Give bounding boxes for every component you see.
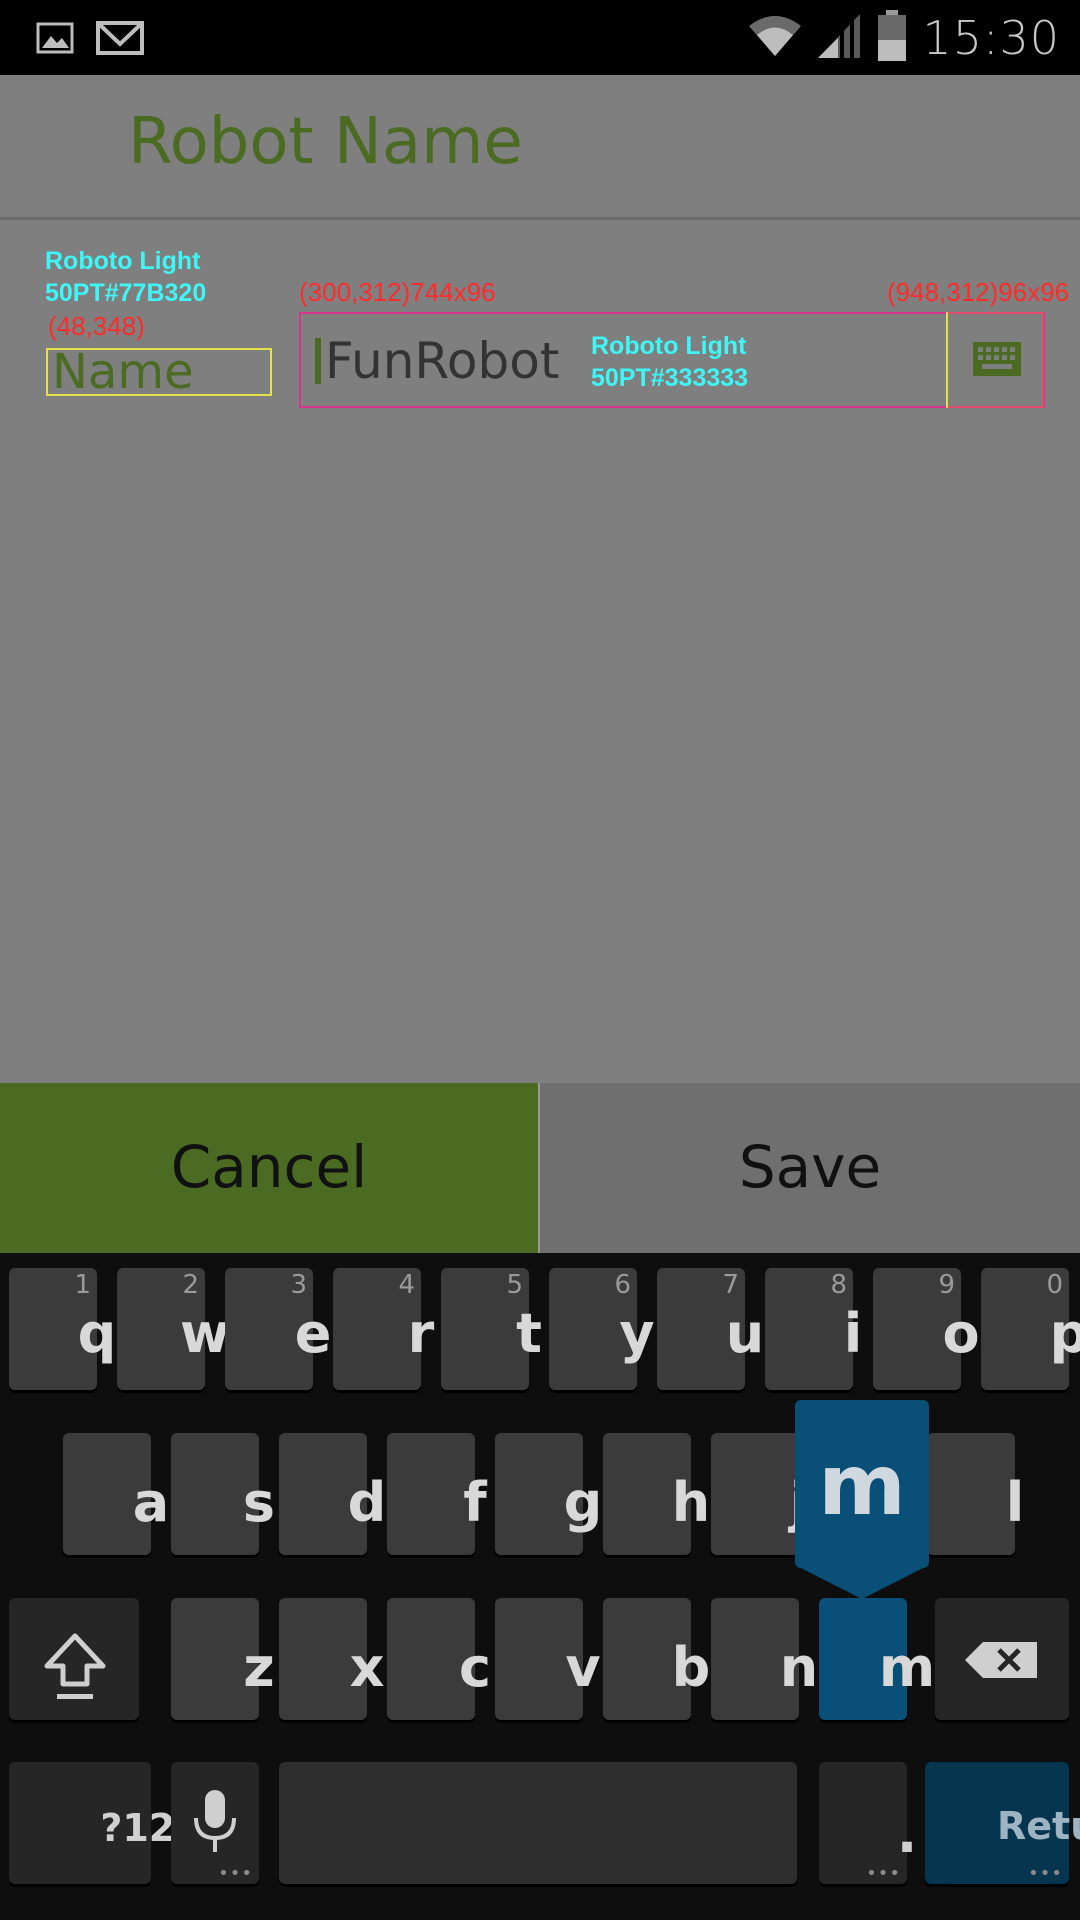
key-hint: 9: [938, 1270, 955, 1300]
input-spec-size: 50PT#333333: [591, 364, 749, 392]
save-button[interactable]: Save: [540, 1083, 1080, 1253]
period-key[interactable]: . •••: [819, 1762, 917, 1884]
return-key[interactable]: Return •••: [925, 1762, 1080, 1884]
keyboard-toggle-button[interactable]: [946, 312, 1044, 408]
label-spec-size: 50PT#77B320: [45, 279, 207, 307]
keyboard-icon: [972, 340, 1022, 384]
gmail-icon: [96, 20, 144, 60]
save-label: Save: [738, 1133, 882, 1201]
key-preview-pointer: [795, 1565, 929, 1599]
key-l[interactable]: l: [927, 1433, 1024, 1555]
app-content: Robot Name Roboto Light 50PT#77B320 (48,…: [0, 75, 1080, 1085]
keyboard-button-divider: [946, 312, 948, 408]
key-h[interactable]: h: [603, 1433, 710, 1555]
key-m[interactable]: m: [819, 1598, 935, 1720]
microphone-icon: [193, 1790, 237, 1860]
shift-icon: [43, 1632, 107, 1706]
clock: 15:30: [922, 10, 1060, 65]
voice-input-key[interactable]: •••: [171, 1762, 259, 1884]
key-preview-popup: m: [795, 1400, 929, 1568]
key-f[interactable]: f: [387, 1433, 487, 1555]
key-hint: 5: [506, 1270, 523, 1300]
return-label: Return: [997, 1804, 1080, 1848]
signal-icon: [816, 12, 862, 64]
key-label: p: [1049, 1302, 1080, 1365]
key-s[interactable]: s: [171, 1433, 275, 1555]
robot-name-input[interactable]: FunRobot Roboto Light 50PT#333333: [299, 312, 1045, 408]
key-g[interactable]: g: [495, 1433, 602, 1555]
key-z[interactable]: z: [171, 1598, 275, 1720]
input-spec-font: Roboto Light: [591, 332, 747, 360]
space-key[interactable]: [279, 1762, 797, 1884]
key-x[interactable]: x: [279, 1598, 384, 1720]
more-options-dots: •••: [218, 1863, 253, 1884]
key-i[interactable]: 8i: [765, 1268, 862, 1390]
page-title: Robot Name: [128, 105, 523, 179]
key-hint: 2: [182, 1270, 199, 1300]
key-a[interactable]: a: [63, 1433, 169, 1555]
cancel-label: Cancel: [170, 1133, 368, 1201]
key-q[interactable]: 1q: [9, 1268, 116, 1390]
key-v[interactable]: v: [495, 1598, 601, 1720]
key-hint: 0: [1046, 1270, 1063, 1300]
status-bar: 15:30: [0, 0, 1080, 75]
battery-icon: [876, 9, 908, 66]
action-buttons: Cancel Save: [0, 1083, 1080, 1253]
title-bar: Robot Name: [0, 75, 1080, 220]
key-o[interactable]: 9o: [873, 1268, 980, 1390]
key-c[interactable]: c: [387, 1598, 491, 1720]
key-preview-label: m: [818, 1436, 906, 1534]
key-j[interactable]: j: [711, 1433, 808, 1555]
key-u[interactable]: 7u: [657, 1268, 764, 1390]
key-r[interactable]: 4r: [333, 1268, 434, 1390]
key-y[interactable]: 6y: [549, 1268, 655, 1390]
label-coord-annotation: (48,348): [48, 311, 145, 341]
label-spec-font: Roboto Light: [45, 247, 201, 275]
button-coord-annotation: (948,312)96x96: [887, 277, 1070, 307]
input-spec-annotation: Roboto Light 50PT#333333: [591, 330, 748, 394]
key-n[interactable]: n: [711, 1598, 818, 1720]
name-label: Name: [52, 344, 194, 400]
name-label-box: Name: [46, 344, 272, 400]
key-b[interactable]: b: [603, 1598, 710, 1720]
key-hint: 7: [722, 1270, 739, 1300]
label-spec-annotation: Roboto Light 50PT#77B320: [45, 245, 206, 309]
text-cursor: [315, 338, 321, 384]
key-hint: 6: [614, 1270, 631, 1300]
notification-icons: [36, 20, 144, 60]
backspace-key[interactable]: [935, 1598, 1069, 1720]
backspace-icon: [965, 1640, 1039, 1684]
more-options-dots: •••: [866, 1863, 901, 1884]
cancel-button[interactable]: Cancel: [0, 1083, 538, 1253]
key-hint: 1: [74, 1270, 91, 1300]
key-w[interactable]: 2w: [117, 1268, 230, 1390]
more-options-dots: •••: [1028, 1863, 1063, 1884]
key-d[interactable]: d: [279, 1433, 386, 1555]
robot-name-value: FunRobot: [325, 332, 560, 390]
key-label: l: [1005, 1471, 1025, 1534]
key-hint: 4: [398, 1270, 415, 1300]
image-icon: [36, 20, 74, 60]
key-hint: 8: [830, 1270, 847, 1300]
symbols-key[interactable]: ?123: [9, 1762, 202, 1884]
key-p[interactable]: 0p: [981, 1268, 1080, 1390]
key-e[interactable]: 3e: [225, 1268, 331, 1390]
shift-key[interactable]: [9, 1598, 139, 1720]
screen: 15:30 Robot Name Roboto Light 50PT#77B32…: [0, 0, 1080, 1920]
input-coord-annotation: (300,312)744x96: [299, 277, 496, 307]
key-t[interactable]: 5t: [441, 1268, 542, 1390]
key-hint: 3: [290, 1270, 307, 1300]
wifi-icon: [748, 14, 802, 62]
system-icons: 15:30: [748, 0, 1060, 75]
